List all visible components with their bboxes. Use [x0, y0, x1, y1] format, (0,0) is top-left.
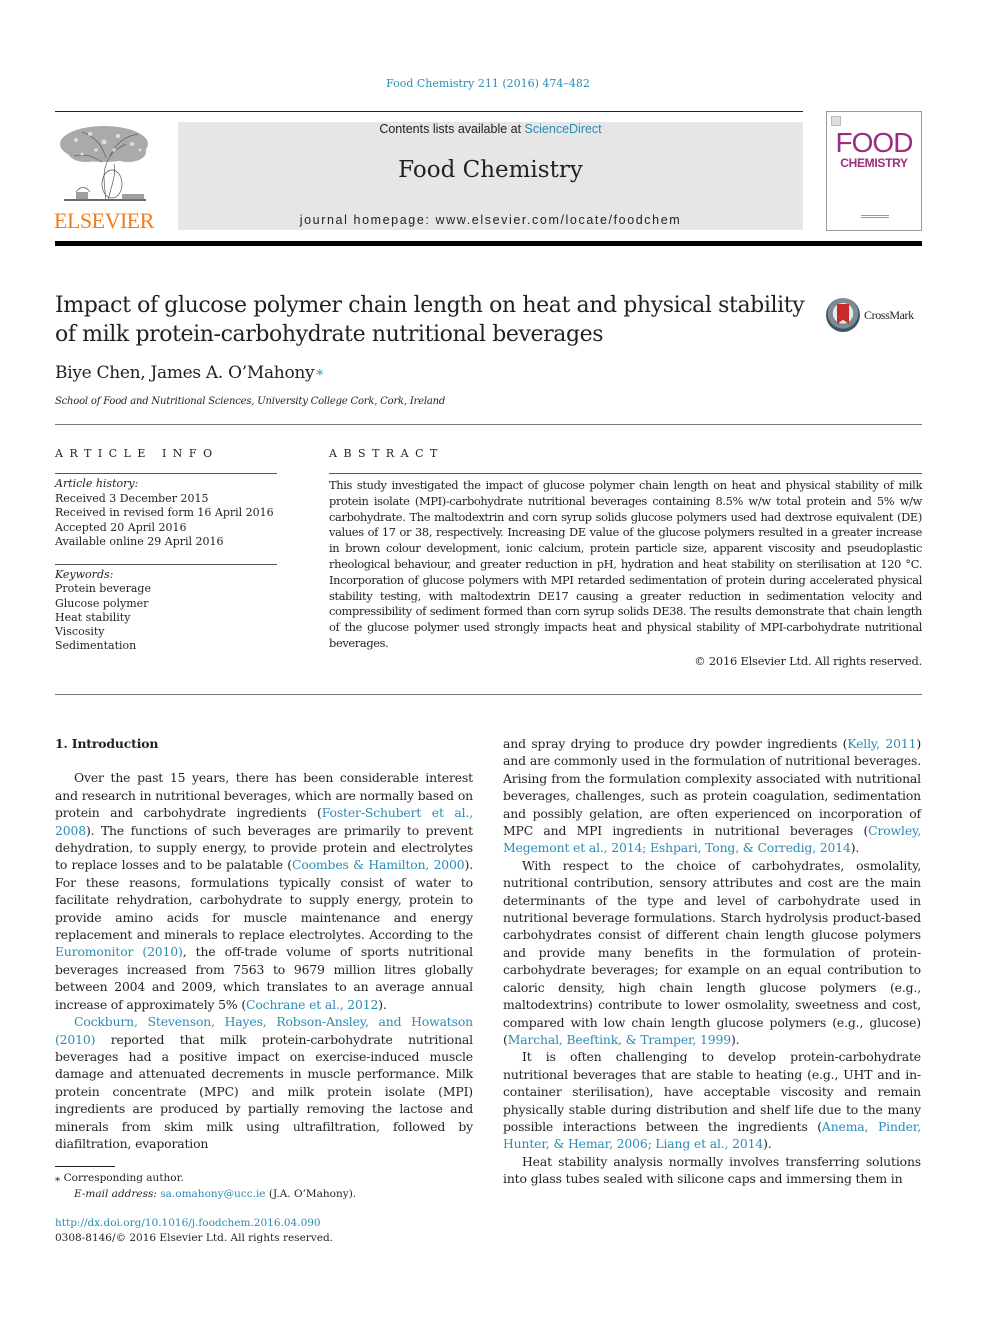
crossmark-badge[interactable]: CrossMark	[826, 298, 926, 334]
body-text: Heat stability analysis normally involve…	[503, 1153, 921, 1187]
citation-link[interactable]: Kelly, 2011	[847, 736, 916, 751]
author-list: Biye Chen, James A. O’Mahony ⁎	[55, 363, 323, 383]
body-text: ).	[763, 1136, 772, 1152]
article-history: Article history: Received 3 December 201…	[55, 477, 285, 550]
intro-paragraph-3: With respect to the choice of carbohydra…	[503, 857, 921, 1048]
keyword-item: Protein beverage	[55, 582, 151, 596]
intro-paragraph-1: Over the past 15 years, there has been c…	[55, 769, 473, 1013]
footnote-divider	[55, 1166, 115, 1167]
sciencedirect-link[interactable]: ScienceDirect	[525, 122, 602, 136]
body-text: ).	[378, 996, 387, 1012]
body-text: ).	[850, 840, 860, 856]
elsevier-logo[interactable]: ELSEVIER	[54, 120, 154, 233]
intro-paragraph-5: Heat stability analysis normally involve…	[503, 1153, 921, 1188]
corresponding-author-text: Corresponding author.	[63, 1172, 184, 1184]
article-info-divider	[55, 473, 277, 474]
cover-footer-mark	[861, 215, 889, 218]
cover-emblem-icon	[831, 116, 841, 126]
body-text: reported that milk protein-carbohydrate …	[55, 1031, 473, 1151]
elsevier-wordmark: ELSEVIER	[54, 208, 154, 233]
body-text: ) and are commonly used in the formulati…	[503, 736, 921, 839]
journal-name: Food Chemistry	[398, 157, 583, 183]
cover-title-chemistry: CHEMISTRY	[840, 156, 908, 170]
abstract-end-divider	[55, 694, 922, 695]
footnote: ⁎ Corresponding author. E-mail address: …	[55, 1170, 473, 1202]
article-info-heading: ARTICLE INFO	[55, 447, 219, 460]
journal-homepage-link[interactable]: journal homepage: www.elsevier.com/locat…	[178, 213, 803, 227]
body-text: With respect to the choice of carbohydra…	[503, 857, 921, 1047]
affiliation-divider	[55, 424, 922, 425]
citation-link[interactable]: Cochrane et al., 2012	[246, 997, 378, 1012]
footnote-marker: ⁎	[55, 1172, 61, 1184]
body-column-left: 1. Introduction Over the past 15 years, …	[55, 735, 473, 1152]
journal-citation-link[interactable]: Food Chemistry 211 (2016) 474–482	[0, 77, 976, 90]
body-column-right: and spray drying to produce dry powder i…	[503, 735, 921, 1188]
history-accepted: Accepted 20 April 2016	[55, 520, 187, 534]
doi-link[interactable]: http://dx.doi.org/10.1016/j.foodchem.201…	[55, 1216, 473, 1231]
body-text: and spray drying to produce dry powder i…	[503, 736, 848, 751]
author-affiliation: School of Food and Nutritional Sciences,…	[55, 396, 446, 407]
contents-prefix: Contents lists available at	[379, 122, 525, 136]
journal-masthead: Contents lists available at ScienceDirec…	[178, 122, 803, 230]
crossmark-label: CrossMark	[864, 308, 914, 322]
cover-title-food: FOOD	[835, 127, 914, 158]
abstract-heading: ABSTRACT	[329, 447, 444, 460]
citation-link[interactable]: Coombes & Hamilton, 2000	[292, 857, 465, 872]
email-line: E-mail address: sa.omahony@ucc.ie (J.A. …	[55, 1186, 473, 1202]
history-revised: Received in revised form 16 April 2016	[55, 506, 274, 520]
keyword-item: Sedimentation	[55, 639, 137, 653]
contents-line: Contents lists available at ScienceDirec…	[178, 122, 803, 136]
elsevier-tree-icon	[60, 126, 148, 201]
abstract-text: This study investigated the impact of gl…	[329, 478, 922, 650]
section-heading-introduction: 1. Introduction	[55, 736, 159, 751]
abstract-copyright: © 2016 Elsevier Ltd. All rights reserved…	[694, 654, 922, 668]
abstract-divider	[329, 473, 922, 474]
citation-link[interactable]: Euromonitor (2010)	[55, 944, 183, 959]
intro-paragraph-2: Cockburn, Stevenson, Hayes, Robson-Ansle…	[55, 1013, 473, 1152]
email-suffix: (J.A. O’Mahony).	[265, 1188, 357, 1200]
issn-copyright: 0308-8146/© 2016 Elsevier Ltd. All right…	[55, 1232, 334, 1244]
keywords-divider	[55, 564, 277, 565]
masthead-thick-divider	[55, 241, 922, 246]
article-history-label: Article history:	[55, 477, 139, 490]
intro-paragraph-2-continued: and spray drying to produce dry powder i…	[503, 735, 921, 857]
journal-cover-thumbnail[interactable]: FOOD CHEMISTRY	[826, 111, 922, 231]
corresponding-author-marker[interactable]: ⁎	[316, 363, 323, 379]
intro-paragraph-4: It is often challenging to develop prote…	[503, 1048, 921, 1152]
keywords-block: Keywords: Protein beverage Glucose polym…	[55, 568, 285, 654]
article-title: Impact of glucose polymer chain length o…	[55, 293, 805, 347]
authors-text: Biye Chen, James A. O’Mahony	[55, 363, 315, 383]
email-label: E-mail address:	[74, 1188, 161, 1200]
keyword-item: Heat stability	[55, 610, 131, 624]
keyword-item: Viscosity	[55, 625, 105, 639]
email-link[interactable]: sa.omahony@ucc.ie	[160, 1188, 265, 1200]
keywords-label: Keywords:	[55, 568, 114, 581]
history-received: Received 3 December 2015	[55, 491, 209, 505]
doi-block: http://dx.doi.org/10.1016/j.foodchem.201…	[55, 1216, 473, 1246]
history-online: Available online 29 April 2016	[55, 535, 224, 549]
citation-link[interactable]: Marchal, Beeftink, & Tramper, 1999	[508, 1032, 731, 1047]
body-text: ).	[730, 1031, 740, 1047]
keyword-item: Glucose polymer	[55, 596, 149, 610]
corresponding-author-note: ⁎ Corresponding author.	[55, 1170, 473, 1186]
header-divider	[55, 111, 803, 112]
